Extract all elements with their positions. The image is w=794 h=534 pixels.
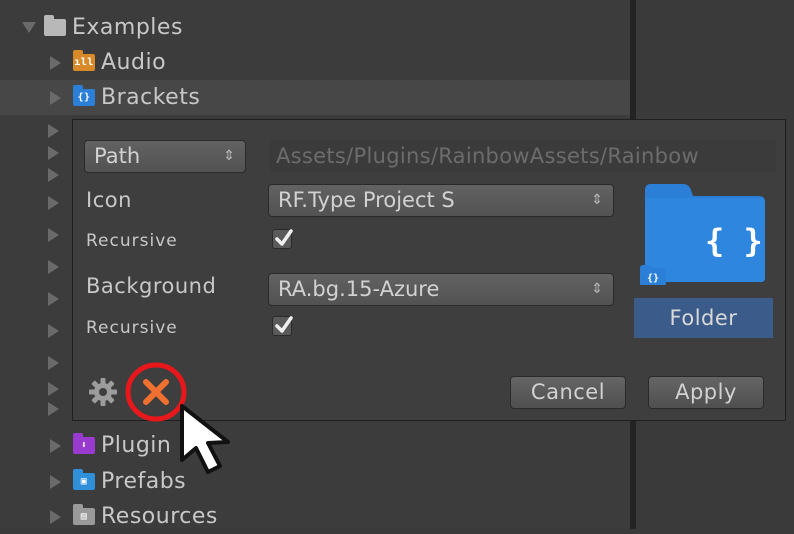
audio-folder-icon: ıll [73,50,95,71]
collapse-arrow-icon[interactable] [50,90,61,105]
collapse-arrow-icon[interactable] [48,260,59,274]
icon-dropdown[interactable]: RF.Type Project S ⇕ [268,184,614,217]
background-dropdown-value: RA.bg.15-Azure [278,277,440,301]
collapse-arrow-icon[interactable] [50,474,61,489]
gear-icon[interactable] [88,377,118,407]
icon-recursive-label: Recursive [86,231,178,251]
tree-item-audio[interactable]: ıll Audio [0,45,630,80]
tree-item-prefabs[interactable]: ▣ Prefabs [0,464,630,499]
icon-recursive-checkbox[interactable] [272,229,293,249]
collapse-arrow-icon[interactable] [48,228,59,242]
checkmark-icon [275,316,293,333]
collapse-arrow-icon[interactable] [48,356,59,370]
collapse-arrow-icon[interactable] [48,402,59,416]
tree-item-label: Examples [72,15,183,40]
mouse-cursor-icon [180,404,230,474]
background-recursive-checkbox[interactable] [272,316,293,336]
svg-text:{}: {} [647,273,659,284]
collapse-arrow-icon[interactable] [48,382,59,396]
collapse-arrow-icon[interactable] [50,438,61,453]
preview-glyph: { } [705,222,763,260]
dropdown-arrows-icon: ⇕ [223,148,235,164]
small-brackets-folder-icon: {} [640,265,666,285]
checkmark-icon [275,229,293,246]
expand-arrow-icon[interactable] [22,22,36,33]
tree-item-label: Audio [101,50,167,75]
prefabs-folder-icon: ▣ [73,469,95,490]
dropdown-arrows-icon: ⇕ [591,281,603,297]
path-field[interactable]: Assets/Plugins/RainbowAssets/Rainbow [270,140,776,172]
collapse-arrow-icon[interactable] [50,55,61,70]
mode-dropdown[interactable]: Path ⇕ [84,140,246,173]
collapse-arrow-icon[interactable] [48,124,59,138]
folder-icon [44,15,66,36]
background-recursive-label: Recursive [86,318,178,338]
tree-item-label: Prefabs [101,469,187,494]
icon-dropdown-value: RF.Type Project S [278,188,455,212]
tree-item-plugins[interactable]: ⬇ Plugin [0,428,630,463]
collapse-arrow-icon[interactable] [48,324,59,338]
brackets-folder-icon: {} [73,85,95,106]
plugins-folder-icon: ⬇ [73,433,95,454]
tree-item-label: Resources [101,504,218,529]
apply-button[interactable]: Apply [648,376,764,409]
resources-folder-icon: ▤ [73,504,95,525]
tree-item-label: Plugin [101,433,172,458]
icon-label: Icon [86,188,132,212]
background-dropdown[interactable]: RA.bg.15-Azure ⇕ [268,273,614,306]
tree-item-examples[interactable]: Examples [0,10,630,45]
tree-item-brackets[interactable]: {} Brackets [0,80,630,115]
collapse-arrow-icon[interactable] [48,168,59,182]
cancel-button[interactable]: Cancel [510,376,626,409]
background-label: Background [86,274,217,298]
preview-folder-name: Folder [634,298,773,338]
mode-dropdown-value: Path [94,144,141,168]
dropdown-arrows-icon: ⇕ [591,192,603,208]
collapse-arrow-icon[interactable] [48,292,59,306]
tree-item-label: Brackets [101,85,201,110]
collapse-arrow-icon[interactable] [48,196,59,210]
collapse-arrow-icon[interactable] [50,509,61,524]
collapse-arrow-icon[interactable] [48,146,59,160]
